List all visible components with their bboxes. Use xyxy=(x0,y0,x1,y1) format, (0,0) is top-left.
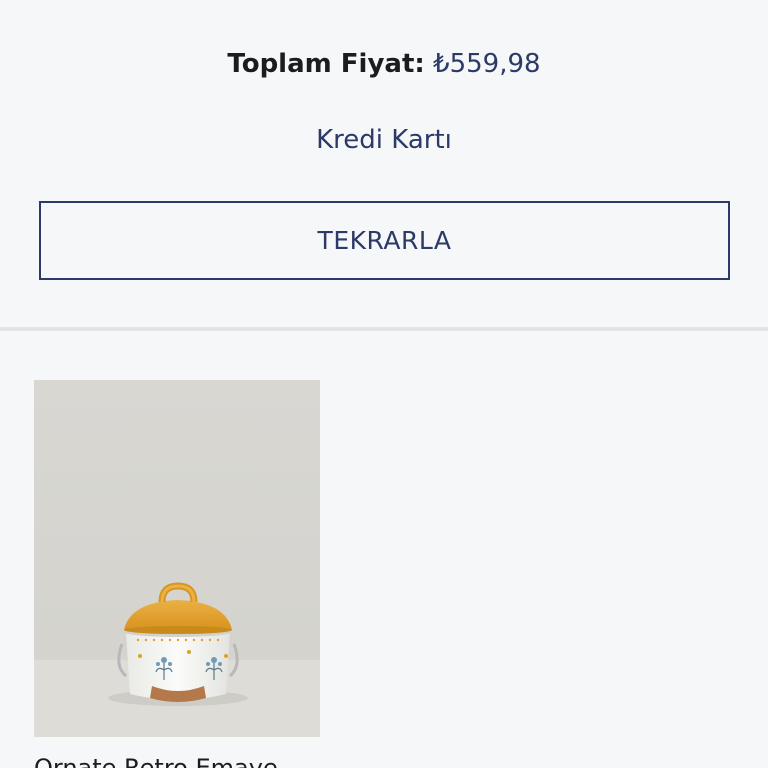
payment-method: Kredi Kartı xyxy=(316,125,452,155)
total-price-value: ₺559,98 xyxy=(433,49,541,79)
product-card[interactable]: Ornate Retro Emaye xyxy=(34,380,320,768)
clipped-header-text xyxy=(150,0,210,14)
total-price-label: Toplam Fiyat: xyxy=(227,49,425,79)
total-price-row: Toplam Fiyat: ₺559,98 xyxy=(0,44,768,84)
repeat-order-button[interactable]: TEKRARLA xyxy=(39,201,730,280)
order-detail-page: Toplam Fiyat: ₺559,98 Kredi Kartı TEKRAR… xyxy=(0,0,768,768)
product-image[interactable] xyxy=(34,380,320,737)
section-divider xyxy=(0,327,768,331)
product-name[interactable]: Ornate Retro Emaye xyxy=(34,754,278,768)
